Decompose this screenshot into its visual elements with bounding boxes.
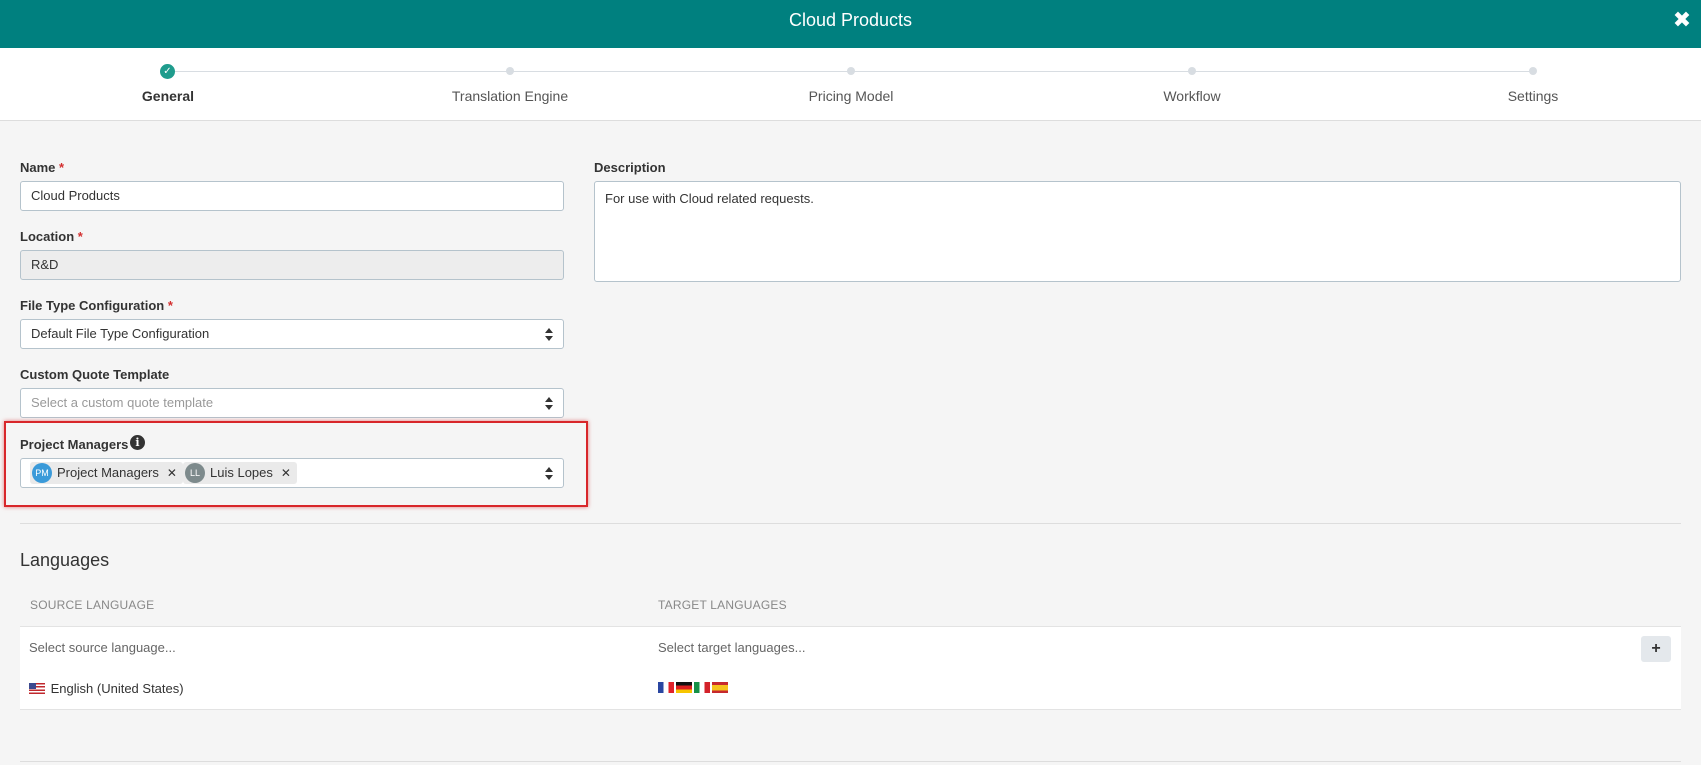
tag-luis-lopes: LL Luis Lopes ✕: [183, 462, 297, 484]
it-flag-icon: [694, 682, 710, 693]
quote-template-label-text: Custom Quote Template: [20, 367, 170, 382]
source-language-header: SOURCE LANGUAGE: [30, 598, 155, 612]
quote-template-placeholder: Select a custom quote template: [31, 395, 214, 410]
avatar: LL: [185, 463, 205, 483]
step-dot: [847, 67, 855, 75]
project-managers-label-text: Project Managers: [20, 437, 129, 452]
languages-title: Languages: [20, 550, 110, 570]
source-language-cell: English (United States): [29, 681, 184, 696]
tag-label: Project Managers: [57, 465, 159, 480]
description-label: Description: [594, 160, 666, 175]
remove-tag-icon[interactable]: ✕: [281, 459, 291, 487]
file-type-select[interactable]: Default File Type Configuration: [20, 319, 564, 349]
step-dot: [1188, 67, 1196, 75]
required-marker: *: [59, 160, 65, 175]
location-label: Location *: [20, 229, 83, 244]
check-icon: ✓: [160, 64, 175, 79]
step-label: Settings: [1507, 88, 1559, 104]
target-languages-cell: [658, 680, 730, 695]
wizard-stepper: ✓ General Translation Engine Pricing Mod…: [0, 48, 1701, 121]
es-flag-icon: [712, 682, 728, 693]
location-value: R&D: [31, 257, 59, 272]
file-type-label-text: File Type Configuration: [20, 298, 165, 313]
name-label: Name *: [20, 160, 64, 175]
close-icon[interactable]: ✖: [1669, 0, 1695, 40]
description-label-text: Description: [594, 160, 666, 175]
file-type-value: Default File Type Configuration: [31, 326, 210, 341]
step-dot: [506, 67, 514, 75]
step-label: Pricing Model: [808, 88, 894, 104]
bottom-divider: [20, 761, 1681, 762]
name-value: Cloud Products: [31, 188, 120, 203]
name-label-text: Name: [20, 160, 56, 175]
required-marker: *: [77, 229, 83, 244]
fr-flag-icon: [658, 682, 674, 693]
avatar: PM: [32, 463, 52, 483]
location-label-text: Location: [20, 229, 75, 244]
step-dot: [1529, 67, 1537, 75]
target-languages-select[interactable]: Select target languages...: [658, 640, 805, 655]
add-language-button[interactable]: +: [1641, 636, 1671, 662]
sort-arrows-icon: [545, 397, 553, 411]
section-divider: [20, 523, 1681, 524]
source-language-select[interactable]: Select source language...: [29, 640, 176, 655]
dialog-title: Cloud Products: [788, 10, 913, 30]
step-label: Workflow: [1163, 88, 1221, 104]
name-input[interactable]: Cloud Products: [20, 181, 564, 211]
language-row[interactable]: English (United States): [20, 668, 1681, 710]
quote-template-select[interactable]: Select a custom quote template: [20, 388, 564, 418]
project-managers-label: Project Managers: [20, 437, 128, 452]
us-flag-icon: [29, 683, 45, 694]
de-flag-icon: [676, 682, 692, 693]
dialog-header: Cloud Products ✖: [0, 0, 1701, 48]
description-value: For use with Cloud related requests.: [605, 191, 814, 206]
description-textarea[interactable]: For use with Cloud related requests.: [594, 181, 1681, 282]
target-languages-header: TARGET LANGUAGES: [658, 598, 787, 612]
sort-arrows-icon: [545, 328, 553, 342]
required-marker: *: [167, 298, 173, 313]
language-input-row: Select source language... Select target …: [20, 626, 1681, 669]
source-language-name: English (United States): [50, 681, 184, 696]
remove-tag-icon[interactable]: ✕: [167, 459, 177, 487]
project-managers-select[interactable]: PM Project Managers ✕ LL Luis Lopes ✕: [20, 458, 564, 488]
info-icon[interactable]: i: [130, 435, 145, 450]
tag-project-managers: PM Project Managers ✕: [30, 462, 183, 484]
quote-template-label: Custom Quote Template: [20, 367, 169, 382]
step-label: General: [141, 88, 195, 104]
sort-arrows-icon: [545, 467, 553, 481]
tag-label: Luis Lopes: [210, 465, 273, 480]
step-label: Translation Engine: [451, 88, 569, 104]
location-input: R&D: [20, 250, 564, 280]
file-type-label: File Type Configuration *: [20, 298, 173, 313]
